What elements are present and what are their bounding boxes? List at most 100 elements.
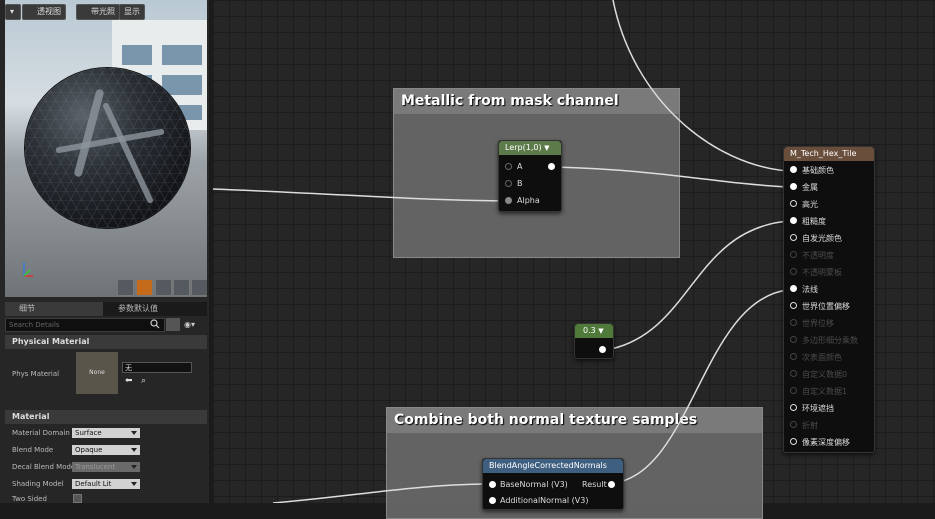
two-sided-checkbox[interactable] xyxy=(73,494,82,503)
shading-model-label: Shading Model xyxy=(12,480,64,488)
lerp-input-b-pin[interactable] xyxy=(505,180,512,187)
constant-node-value: 0.3 xyxy=(583,326,596,335)
collapse-arrow-icon[interactable]: ▼ xyxy=(544,144,549,152)
decal-blend-mode-combo: Translucent xyxy=(72,462,140,472)
two-sided-label: Two Sided xyxy=(12,495,47,503)
lerp-node-header: Lerp(1,0) ▼ xyxy=(499,141,561,155)
material-input-label: 自定义数据0 xyxy=(802,370,848,379)
lit-mode-label: 带光照 xyxy=(91,7,115,16)
material-input-label: 世界位移 xyxy=(802,319,834,328)
material-input-pin[interactable] xyxy=(790,302,797,309)
material-input-pin[interactable] xyxy=(790,438,797,445)
material-input-pin xyxy=(790,268,797,275)
phys-material-thumb-label: None xyxy=(89,369,105,376)
constant-node[interactable]: 0.3 ▼ xyxy=(574,323,614,359)
material-domain-label: Material Domain xyxy=(12,429,70,437)
browse-search-icon[interactable]: ⌕ xyxy=(141,376,146,386)
constant-node-header: 0.3 ▼ xyxy=(575,324,613,338)
lerp-node-title: Lerp(1,0) xyxy=(505,143,542,152)
lerp-output-pin[interactable] xyxy=(548,163,555,170)
material-input-pin xyxy=(790,387,797,394)
material-node-title: M_Tech_Hex_Tile xyxy=(790,149,857,158)
tab-params-label: 参数默认值 xyxy=(118,304,158,313)
material-input-pin xyxy=(790,370,797,377)
constant-output-pin[interactable] xyxy=(599,346,606,353)
material-input-pin[interactable] xyxy=(790,404,797,411)
material-input-pin[interactable] xyxy=(790,217,797,224)
material-input-pin xyxy=(790,336,797,343)
material-input-label: 粗糙度 xyxy=(802,217,826,226)
preview-mesh-button[interactable] xyxy=(191,279,207,296)
material-input-pin[interactable] xyxy=(790,200,797,207)
left-panel: ▾ 透视图 带光照 显示 细节 参数默认值 Search Details ◉▾ … xyxy=(0,0,209,503)
lerp-node[interactable]: Lerp(1,0) ▼ A B Alpha xyxy=(498,140,562,212)
perspective-button[interactable]: 透视图 xyxy=(22,4,66,20)
material-input-label: 环境遮挡 xyxy=(802,404,834,413)
material-input-label: 金属 xyxy=(802,183,818,192)
material-input-pin[interactable] xyxy=(790,183,797,190)
lerp-input-b-label: B xyxy=(517,179,523,188)
lerp-input-alpha-label: Alpha xyxy=(517,196,540,205)
preview-sphere-button[interactable] xyxy=(136,279,153,296)
shading-model-combo[interactable]: Default Lit xyxy=(72,479,140,489)
preview-sphere xyxy=(25,68,190,228)
details-tab-bar: 细节 参数默认值 xyxy=(5,302,207,316)
material-graph-canvas[interactable]: Metallic from mask channel Combine both … xyxy=(213,0,935,519)
blend-mode-label: Blend Mode xyxy=(12,446,54,454)
base-normal-label: BaseNormal (V3) xyxy=(500,480,568,489)
collapse-arrow-icon[interactable]: ▼ xyxy=(598,327,603,335)
material-input-label: 自发光颜色 xyxy=(802,234,842,243)
material-preview-viewport[interactable]: ▾ 透视图 带光照 显示 xyxy=(5,0,207,297)
lerp-input-alpha-pin[interactable] xyxy=(505,197,512,204)
material-domain-combo[interactable]: Surface xyxy=(72,428,140,438)
preview-cube-button[interactable] xyxy=(173,279,190,296)
material-input-pin[interactable] xyxy=(790,234,797,241)
tab-details[interactable]: 细节 xyxy=(5,302,103,316)
physical-material-header: Physical Material xyxy=(12,337,90,346)
blend-normals-node[interactable]: BlendAngleCorrectedNormals BaseNormal (V… xyxy=(482,458,624,510)
blend-mode-combo[interactable]: Opaque xyxy=(72,445,140,455)
material-category[interactable]: Material xyxy=(5,410,207,424)
show-button[interactable]: 显示 xyxy=(119,4,145,20)
material-node-header: M_Tech_Hex_Tile xyxy=(784,147,874,161)
perspective-label: 透视图 xyxy=(37,7,61,16)
material-input-label: 折射 xyxy=(802,421,818,430)
material-input-label: 世界位置偏移 xyxy=(802,302,850,311)
eye-visibility-icon[interactable]: ◉▾ xyxy=(184,320,204,330)
phys-material-label: Phys Material xyxy=(12,370,60,378)
blend-node-header: BlendAngleCorrectedNormals xyxy=(483,459,623,473)
material-input-pin xyxy=(790,421,797,428)
blend-mode-value: Opaque xyxy=(75,446,103,454)
viewport-options-dropdown[interactable]: ▾ xyxy=(5,4,21,20)
phys-material-combo[interactable]: 无 xyxy=(122,362,192,373)
show-label: 显示 xyxy=(124,7,140,16)
material-input-label: 不透明蒙板 xyxy=(802,268,842,277)
material-input-pin[interactable] xyxy=(790,285,797,292)
blend-result-pin[interactable] xyxy=(608,481,615,488)
preview-cylinder-button[interactable] xyxy=(117,279,134,296)
decal-blend-mode-label: Decal Blend Mode xyxy=(12,463,76,471)
phys-material-thumbnail[interactable]: None xyxy=(76,352,118,394)
material-input-pin xyxy=(790,319,797,326)
physical-material-category[interactable]: Physical Material xyxy=(5,335,207,349)
search-icon[interactable] xyxy=(150,319,160,329)
material-input-label: 次表面颜色 xyxy=(802,353,842,362)
view-options-grid-icon[interactable] xyxy=(166,318,180,331)
preview-plane-button[interactable] xyxy=(155,279,172,296)
use-selected-arrow-icon[interactable]: ⬅ xyxy=(125,376,133,386)
tab-details-label: 细节 xyxy=(19,304,35,313)
material-result-node[interactable]: M_Tech_Hex_Tile 基础颜色 金属 高光 粗糙度 自发光颜色 不透明度 不透明蒙… xyxy=(783,146,875,453)
base-normal-pin[interactable] xyxy=(489,481,496,488)
tab-parameter-defaults[interactable]: 参数默认值 xyxy=(104,302,208,316)
axis-gizmo-icon xyxy=(23,262,33,277)
material-input-label: 自定义数据1 xyxy=(802,387,848,396)
material-input-pin[interactable] xyxy=(790,166,797,173)
lit-mode-button[interactable]: 带光照 xyxy=(76,4,120,20)
details-search-input[interactable]: Search Details xyxy=(5,318,165,332)
material-input-label: 多边形细分乘数 xyxy=(802,336,858,345)
lerp-input-a-label: A xyxy=(517,162,523,171)
material-input-label: 高光 xyxy=(802,200,818,209)
lerp-input-a-pin[interactable] xyxy=(505,163,512,170)
material-input-label: 不透明度 xyxy=(802,251,834,260)
blend-result-label: Result xyxy=(582,480,607,489)
